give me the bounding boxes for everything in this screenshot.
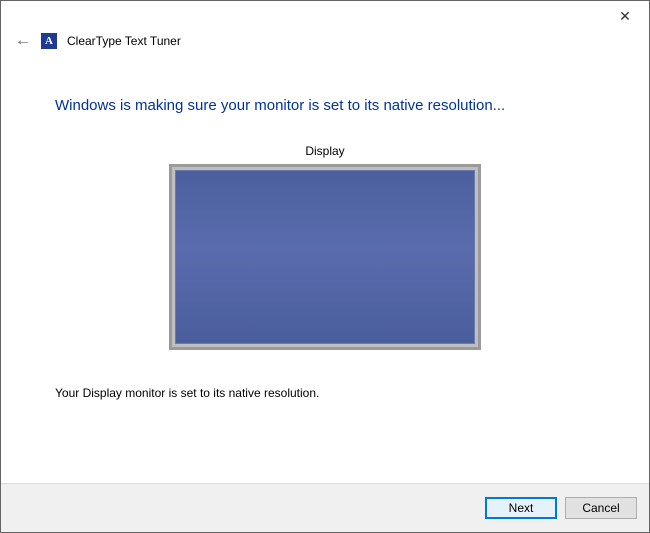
monitor-screen [175, 170, 475, 344]
next-button[interactable]: Next [485, 497, 557, 519]
cancel-button[interactable]: Cancel [565, 497, 637, 519]
titlebar: ✕ [1, 1, 649, 31]
wizard-footer: Next Cancel [1, 483, 649, 532]
cleartype-tuner-window: ✕ ← A ClearType Text Tuner Windows is ma… [0, 0, 650, 533]
display-label: Display [55, 144, 595, 158]
page-headline: Windows is making sure your monitor is s… [55, 97, 595, 114]
monitor-frame [169, 164, 481, 350]
wizard-header: ← A ClearType Text Tuner [1, 31, 649, 57]
display-preview-area: Display [55, 144, 595, 350]
app-icon: A [41, 33, 57, 49]
status-text: Your Display monitor is set to its nativ… [55, 386, 595, 400]
back-arrow-icon[interactable]: ← [15, 33, 31, 49]
content-area: Windows is making sure your monitor is s… [1, 57, 649, 483]
close-button[interactable]: ✕ [607, 5, 643, 27]
close-icon: ✕ [619, 8, 631, 25]
app-title: ClearType Text Tuner [67, 34, 181, 48]
